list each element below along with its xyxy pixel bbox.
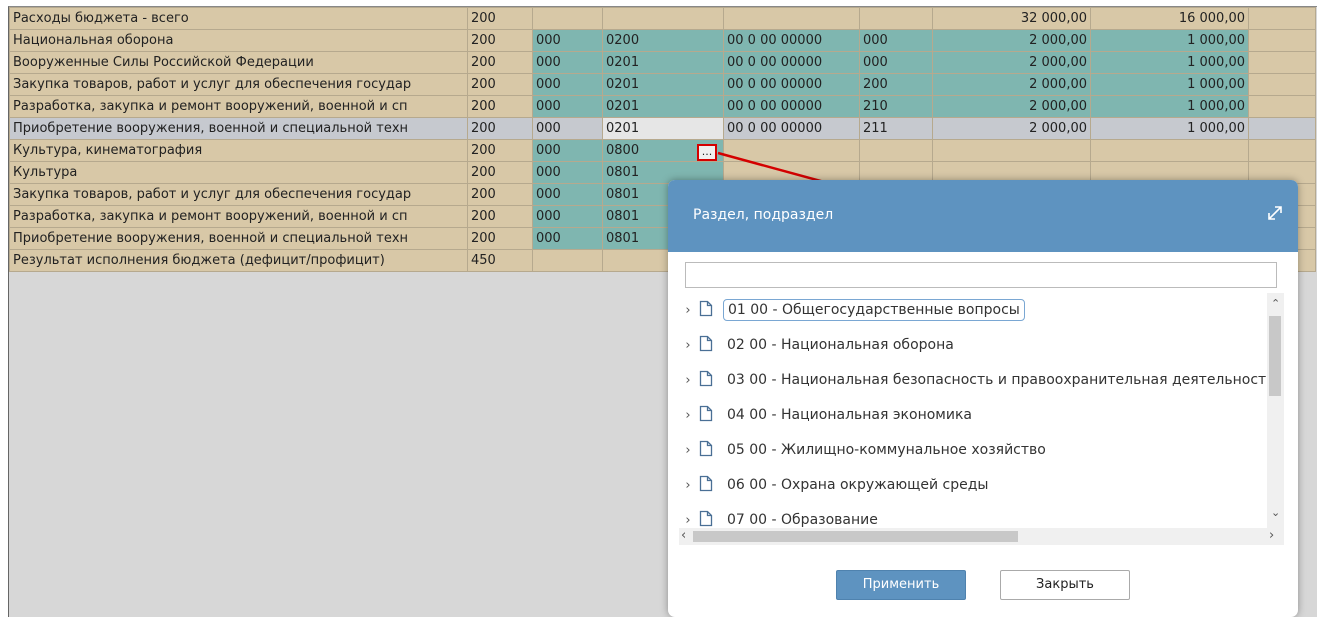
tree-item-label[interactable]: 07 00 - Образование [723,510,882,530]
tree-item-label[interactable]: 04 00 - Национальная экономика [723,405,976,425]
tree-item-label[interactable]: 06 00 - Охрана окружающей среды [723,475,992,495]
tree-item-label[interactable]: 02 00 - Национальная оборона [723,335,958,355]
chevron-right-icon[interactable]: › [681,443,695,458]
tree-item[interactable]: › 02 00 - Национальная оборона [680,328,958,362]
tree-item-label[interactable]: 05 00 - Жилищно-коммунальное хозяйство [723,440,1050,460]
tree-item[interactable]: › 04 00 - Национальная экономика [680,398,976,432]
document-icon [699,300,713,321]
horizontal-scroll-thumb[interactable] [693,531,1018,542]
chevron-right-icon[interactable]: › [681,408,695,423]
document-icon [699,405,713,426]
search-input[interactable] [685,262,1277,288]
chevron-right-icon[interactable]: › [681,303,695,318]
vertical-scroll-thumb[interactable] [1269,316,1281,396]
tree-item[interactable]: › 03 00 - Национальная безопасность и пра… [680,363,1278,397]
tree-item[interactable]: › 01 00 - Общегосударственные вопросы [680,293,1025,327]
chevron-right-icon[interactable]: › [681,513,695,528]
expand-icon[interactable] [1266,204,1284,226]
tree-item-label[interactable]: 03 00 - Национальная безопасность и прав… [723,370,1278,390]
scroll-right-icon[interactable]: › [1269,529,1274,542]
tree-item[interactable]: › 05 00 - Жилищно-коммунальное хозяйство [680,433,1050,467]
document-icon [699,370,713,391]
tree-item[interactable]: › 06 00 - Охрана окружающей среды [680,468,992,502]
chevron-right-icon[interactable]: › [681,478,695,493]
apply-button[interactable]: Применить [836,570,966,600]
document-icon [699,440,713,461]
dialog-header: Раздел, подраздел [668,180,1298,252]
chevron-right-icon[interactable]: › [681,338,695,353]
close-button[interactable]: Закрыть [1000,570,1130,600]
horizontal-scrollbar[interactable]: ‹ › [679,528,1284,545]
document-icon [699,335,713,356]
scroll-left-icon[interactable]: ‹ [681,529,686,542]
section-tree: › 01 00 - Общегосударственные вопросы › 02 … [680,293,1279,545]
vertical-scrollbar[interactable]: ⌃ ⌄ [1267,293,1284,545]
scroll-up-icon[interactable]: ⌃ [1271,298,1280,309]
dialog-title: Раздел, подраздел [693,207,834,223]
section-picker-dialog: Раздел, подраздел › 01 00 - Общегосударст… [668,180,1298,617]
document-icon [699,475,713,496]
chevron-right-icon[interactable]: › [681,373,695,388]
tree-item-label[interactable]: 01 00 - Общегосударственные вопросы [723,299,1025,321]
scroll-down-icon[interactable]: ⌄ [1271,507,1280,518]
